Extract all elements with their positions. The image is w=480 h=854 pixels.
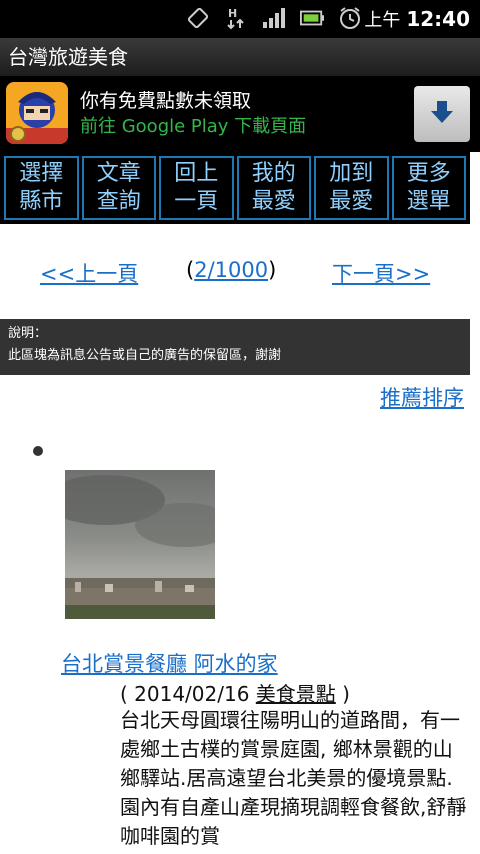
page-number-link[interactable]: 2/1000 — [194, 258, 268, 282]
article-meta-close: ) — [335, 682, 350, 706]
article-meta: ( 2014/02/16 美食景點 ) — [120, 678, 350, 707]
page-close-paren: ) — [268, 258, 277, 282]
data-transfer-icon: H — [224, 6, 248, 30]
right-margin — [470, 152, 480, 854]
alarm-icon — [338, 6, 362, 30]
signal-icon — [262, 6, 286, 30]
nav-toolbar: 選擇 縣市 文章 查詢 回上 一頁 我的 最愛 加到 最愛 更多 選單 — [0, 152, 470, 224]
ad-banner[interactable]: 你有免費點數未領取 前往 Google Play 下載頁面 — [0, 76, 480, 152]
prev-page-link[interactable]: <<上一頁 — [40, 258, 138, 288]
article-category-link[interactable]: 美食景點 — [256, 682, 336, 706]
article-thumbnail[interactable] — [65, 470, 215, 619]
notice-title: 說明： — [8, 326, 48, 341]
article-title-link[interactable]: 台北賞景餐廳 阿水的家 — [61, 648, 278, 678]
ad-game-avatar[interactable] — [6, 82, 68, 144]
rotate-icon — [186, 6, 210, 30]
clock: 上午 12:40 — [364, 6, 470, 34]
ad-headline: 你有免費點數未領取 — [80, 90, 252, 112]
notice-text: 此區塊為訊息公告或自己的廣告的保留區，謝謝 — [8, 348, 282, 363]
download-icon — [428, 98, 456, 130]
clock-ampm: 上午 — [364, 10, 401, 31]
nav-add-favorite-button[interactable]: 加到 最愛 — [314, 156, 389, 220]
nav-select-county-button[interactable]: 選擇 縣市 — [4, 156, 79, 220]
clock-time: 12:40 — [406, 7, 470, 31]
article-date: ( 2014/02/16 — [120, 682, 256, 706]
svg-text:H: H — [228, 7, 237, 20]
ad-download-button[interactable] — [414, 86, 470, 142]
nav-back-button[interactable]: 回上 一頁 — [159, 156, 234, 220]
status-icons: H — [186, 6, 362, 30]
notice-box: 說明： 此區塊為訊息公告或自己的廣告的保留區，謝謝 — [0, 319, 470, 375]
article-description: 台北天母圓環往陽明山的道路間，有一處鄉土古樸的賞景庭園, 鄉林景觀的山鄉驛站.居… — [120, 708, 467, 848]
status-bar: H 上午 12:40 — [0, 0, 480, 38]
nav-my-favorites-button[interactable]: 我的 最愛 — [236, 156, 311, 220]
recommended-sort-link[interactable]: 推薦排序 — [380, 382, 464, 412]
nav-article-search-button[interactable]: 文章 查詢 — [81, 156, 156, 220]
page-open-paren: ( — [186, 258, 195, 282]
nav-more-menu-button[interactable]: 更多 選單 — [391, 156, 466, 220]
next-page-link[interactable]: 下一頁>> — [332, 258, 430, 288]
app-title: 台灣旅遊美食 — [0, 38, 480, 76]
battery-icon — [300, 6, 324, 30]
list-bullet — [33, 446, 43, 456]
page-indicator: (2/1000) — [186, 258, 276, 282]
ad-subline: 前往 Google Play 下載頁面 — [80, 116, 307, 137]
